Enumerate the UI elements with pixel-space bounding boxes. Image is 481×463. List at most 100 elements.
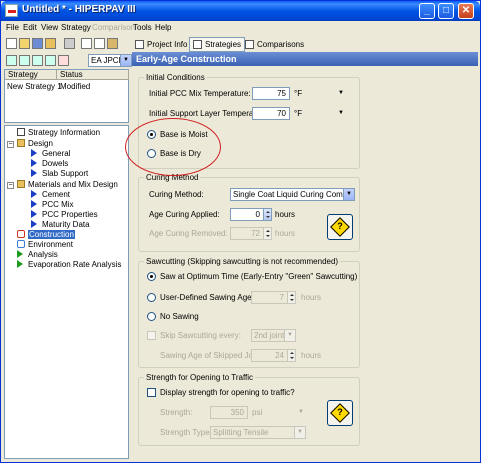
age-curing-applied-unit: hours [275, 210, 296, 219]
menu-view[interactable]: View [41, 23, 58, 32]
age-curing-applied-spinner[interactable] [263, 208, 272, 221]
cut-icon[interactable] [81, 38, 92, 49]
arrow-icon [31, 169, 37, 177]
tree-item-pcc-properties[interactable]: PCC Properties [31, 210, 98, 220]
strength-unit-dropdown[interactable]: ▼ [298, 409, 304, 415]
tree-label: Construction [28, 230, 75, 239]
chevron-down-icon: ▼ [284, 330, 295, 341]
menu-comparison[interactable]: Comparison [92, 23, 135, 32]
saw-optimum-label[interactable]: Saw at Optimum Time (Early-Entry "Green"… [160, 272, 357, 281]
age-curing-removed-spinner[interactable] [263, 227, 272, 240]
strength-type-select[interactable]: Splitting Tensile ▼ [210, 426, 306, 439]
tree-item-environment[interactable]: Environment [17, 240, 73, 250]
menu-tools[interactable]: Tools [133, 23, 152, 32]
support-temp-unit: °F [294, 109, 303, 118]
curing-help-button[interactable]: ? [327, 214, 353, 240]
copy-icon[interactable] [94, 38, 105, 49]
no-sawing-label[interactable]: No Sawing [160, 312, 199, 321]
strategy-name[interactable]: New Strategy 1 [7, 82, 62, 91]
tree-item-construction[interactable]: Construction [17, 230, 75, 240]
pcc-temp-input[interactable]: 75 [252, 87, 290, 100]
arrow-icon [31, 159, 37, 167]
save-icon[interactable] [32, 38, 43, 49]
tree-label: Materials and Mix Design [28, 180, 118, 189]
column-header-strategy[interactable]: Strategy [5, 70, 57, 80]
add-strategy-icon[interactable] [6, 55, 17, 66]
project-info-icon [135, 40, 144, 49]
tree-label: Cement [42, 190, 71, 199]
tree-label: Maturity Data [42, 220, 90, 229]
tree-item-evaporation-rate-analysis[interactable]: Evaporation Rate Analysis [17, 260, 121, 270]
document-icon [17, 128, 25, 136]
copy-strategy-icon[interactable] [19, 55, 30, 66]
column-header-status[interactable]: Status [57, 70, 129, 80]
tree-item-pcc-mix[interactable]: PCC Mix [31, 200, 74, 210]
menu-help[interactable]: Help [155, 23, 171, 32]
arrow-icon [31, 190, 37, 198]
menu-file[interactable]: File [6, 23, 19, 32]
tree-item-design[interactable]: Design [17, 139, 53, 149]
folder-icon[interactable] [45, 38, 56, 49]
tree-item-analysis[interactable]: Analysis [17, 250, 58, 260]
tree-item-general[interactable]: General [31, 149, 70, 159]
chevron-down-icon: ▼ [294, 427, 305, 438]
age-curing-removed-input[interactable]: 72 [230, 227, 264, 240]
close-button[interactable]: ✕ [458, 3, 474, 19]
strength-input[interactable]: 350 [210, 406, 248, 419]
skip-sawcutting-checkbox[interactable] [147, 331, 156, 340]
arrow-icon [31, 200, 37, 208]
collapse-design-toggle[interactable]: − [7, 141, 14, 148]
open-icon[interactable] [19, 38, 30, 49]
tree-item-maturity-data[interactable]: Maturity Data [31, 220, 90, 230]
strategy-status: Modified [60, 82, 91, 91]
tree-item-materials-and-mix-design[interactable]: Materials and Mix Design [17, 180, 118, 190]
new-icon[interactable] [6, 38, 17, 49]
display-strength-label[interactable]: Display strength for opening to traffic? [160, 388, 295, 397]
collapse-materials-toggle[interactable]: − [7, 182, 14, 189]
tab-comparisons[interactable]: Comparisons [241, 37, 308, 52]
tab-project-info[interactable]: Project Info [131, 37, 191, 52]
print-icon[interactable] [64, 38, 75, 49]
user-sawing-age-spinner[interactable] [287, 291, 296, 304]
run-strategy-icon[interactable] [45, 55, 56, 66]
menu-edit[interactable]: Edit [23, 23, 37, 32]
window-title: Untitled * - HIPERPAV III [22, 4, 136, 15]
pavement-type-select[interactable]: EA JPCP ▼ [88, 54, 132, 67]
saw-user-defined-label[interactable]: User-Defined Sawing Age [160, 293, 252, 302]
maximize-button[interactable]: □ [438, 3, 454, 19]
tree-item-slab-support[interactable]: Slab Support [31, 169, 88, 179]
tab-project-info-label: Project Info [147, 40, 188, 49]
delete-strategy-icon[interactable] [32, 55, 43, 66]
curing-method-select[interactable]: Single Coat Liquid Curing Compound ▼ [230, 188, 355, 201]
red-highlight-circle [125, 118, 221, 176]
curing-method-group: Curing Method Curing Method: Single Coat… [138, 173, 360, 252]
skip-joint-select[interactable]: 2nd joint ▼ [251, 329, 296, 342]
navigation-tree: Strategy Information − Design General Do… [4, 125, 129, 459]
minimize-button[interactable]: _ [419, 3, 435, 19]
tab-strategies[interactable]: Strategies [189, 37, 246, 52]
display-strength-checkbox[interactable] [147, 388, 156, 397]
tree-label: PCC Properties [42, 210, 98, 219]
support-temp-input[interactable]: 70 [252, 107, 290, 120]
saw-user-defined-radio[interactable] [147, 293, 156, 302]
age-curing-applied-input[interactable]: 0 [230, 208, 264, 221]
saw-optimum-radio[interactable] [147, 272, 156, 281]
tree-item-cement[interactable]: Cement [31, 190, 70, 200]
title-bar[interactable]: Untitled * - HIPERPAV III _ □ ✕ [1, 1, 480, 21]
pcc-temp-unit-dropdown[interactable]: ▼ [338, 90, 344, 96]
skipped-age-input[interactable]: 24 [251, 349, 288, 362]
menu-strategy[interactable]: Strategy [61, 23, 91, 32]
strength-help-button[interactable]: ? [327, 400, 353, 426]
arrow-icon [31, 220, 37, 228]
tab-comparisons-label: Comparisons [257, 40, 305, 49]
tree-label: General [42, 149, 71, 158]
tree-item-strategy-information[interactable]: Strategy Information [17, 128, 100, 138]
paste-icon[interactable] [107, 38, 118, 49]
tree-item-dowels[interactable]: Dowels [31, 159, 68, 169]
user-sawing-age-input[interactable]: 7 [251, 291, 288, 304]
no-sawing-radio[interactable] [147, 312, 156, 321]
app-icon [5, 4, 18, 17]
support-temp-unit-dropdown[interactable]: ▼ [338, 110, 344, 116]
skipped-age-spinner[interactable] [287, 349, 296, 362]
chart-icon[interactable] [58, 55, 69, 66]
